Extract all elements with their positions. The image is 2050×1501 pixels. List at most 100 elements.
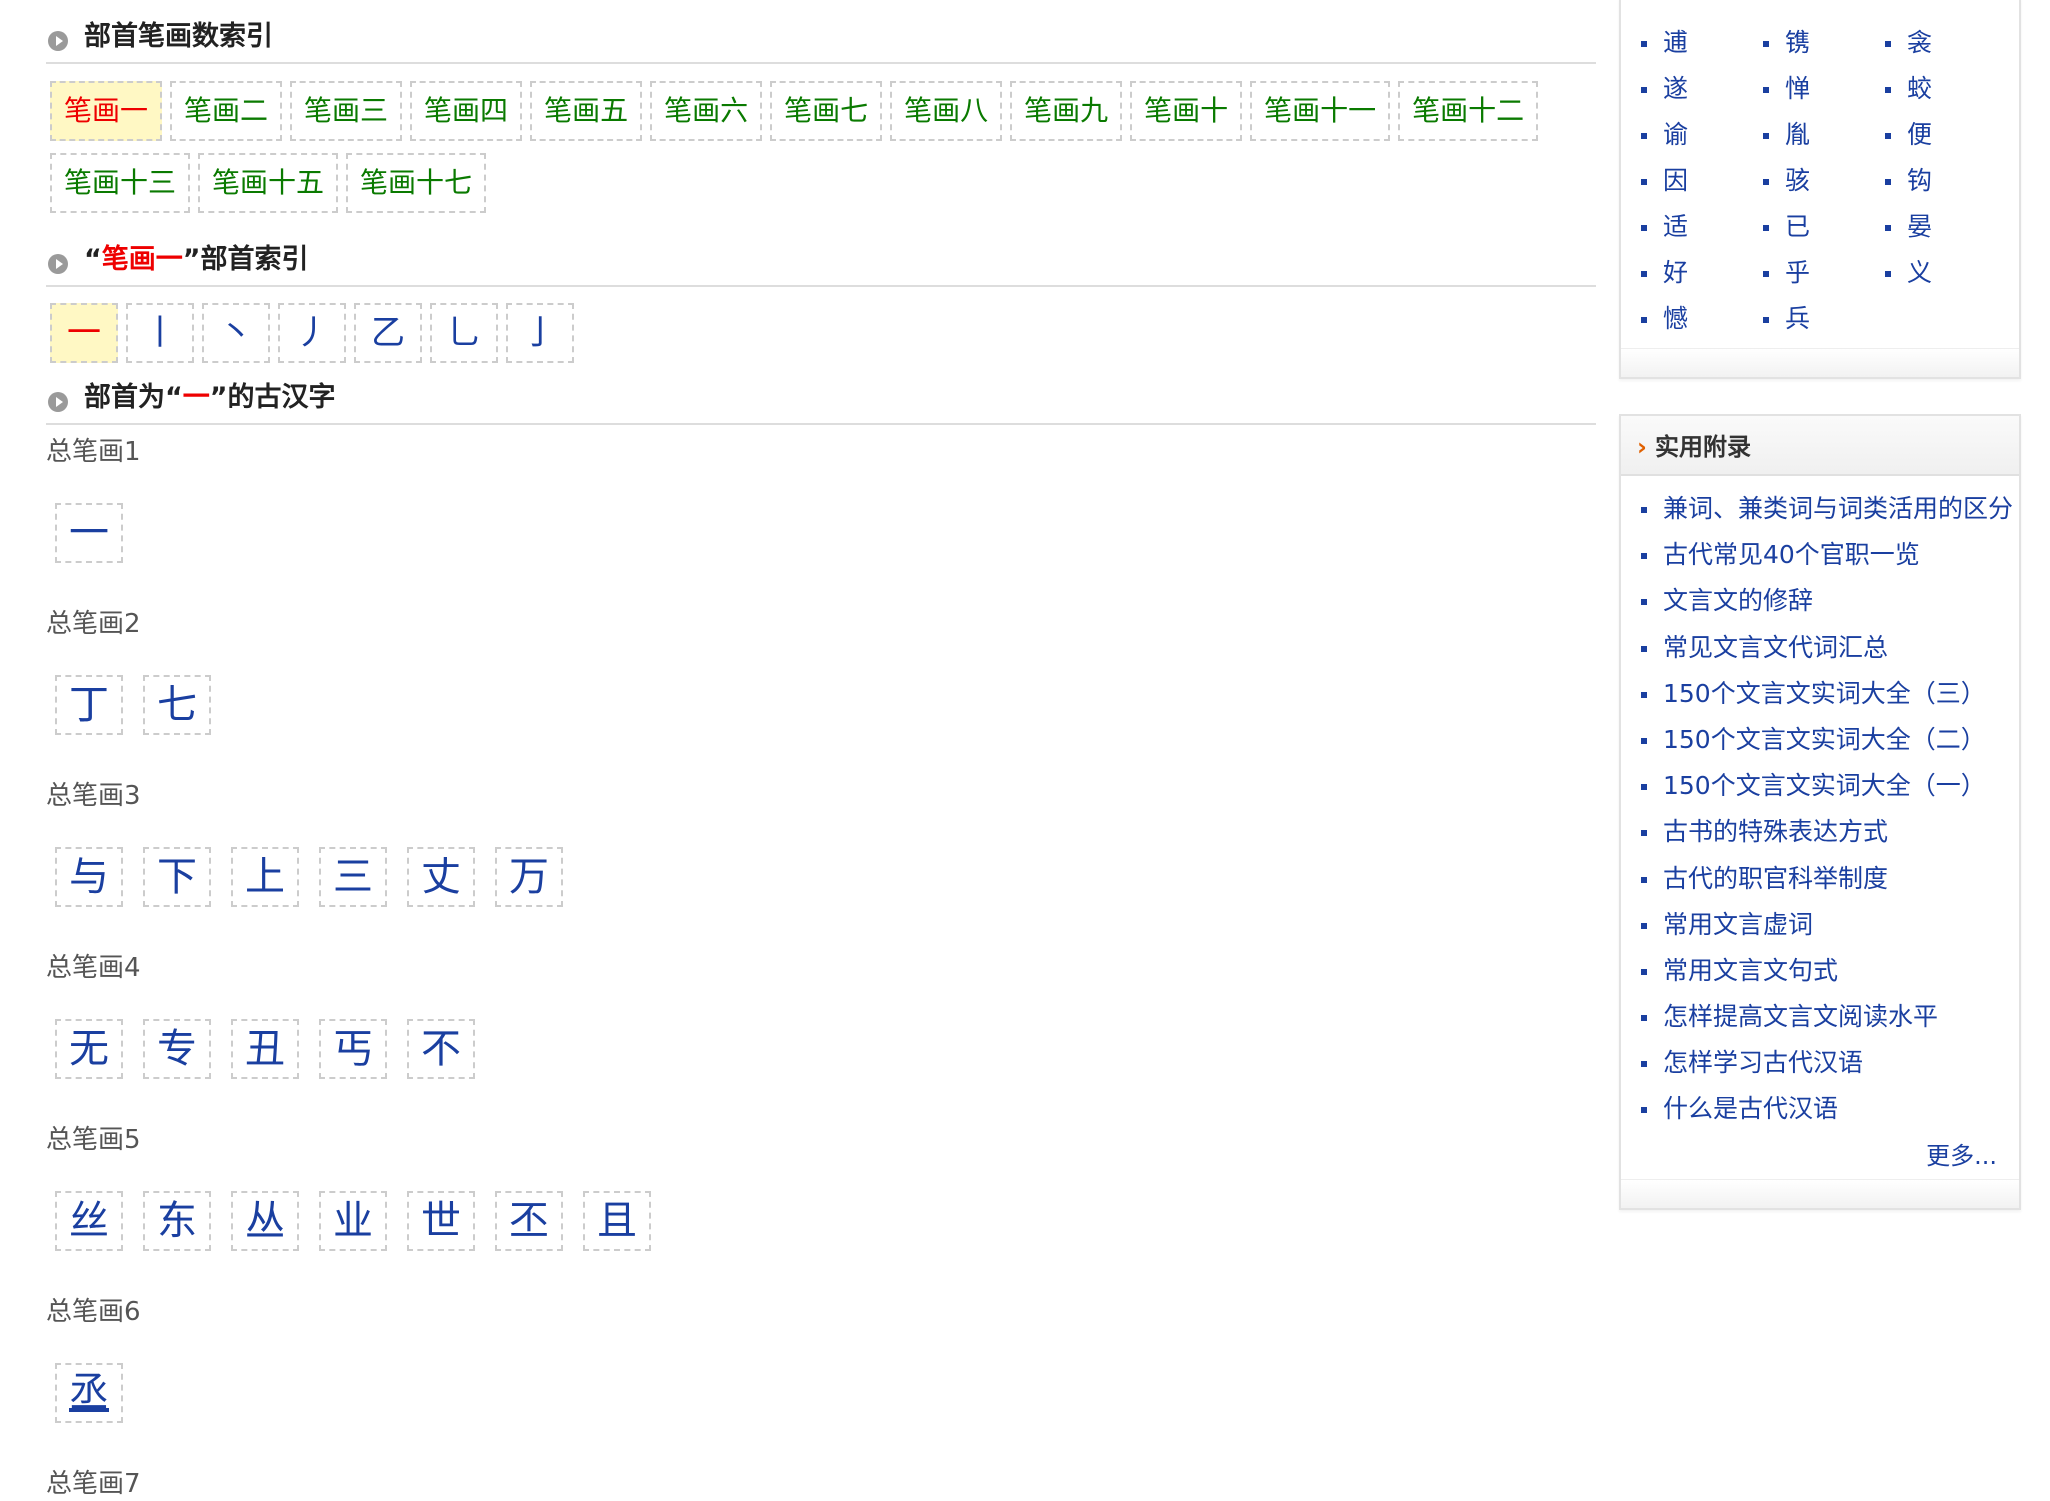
play-bullet-icon: [48, 254, 68, 274]
word-link[interactable]: 义: [1885, 250, 2007, 296]
char-link[interactable]: 世: [407, 1191, 475, 1251]
play-bullet-icon: [48, 392, 68, 412]
radical-button[interactable]: 乚: [430, 303, 498, 363]
square-bullet-icon: [1763, 317, 1769, 323]
word-link[interactable]: 镌: [1763, 20, 1885, 66]
word-text: 谕: [1663, 120, 1689, 149]
appendix-link[interactable]: 150个文言文实词大全（三）: [1641, 671, 2019, 717]
stroke-button[interactable]: 笔画五: [530, 81, 643, 141]
radical-button[interactable]: 丨: [126, 303, 194, 363]
appendix-link[interactable]: 什么是古代汉语: [1641, 1086, 2019, 1132]
word-link[interactable]: 已: [1763, 204, 1885, 250]
square-bullet-icon: [1641, 87, 1647, 93]
char-link[interactable]: 不: [407, 1019, 475, 1079]
char-link[interactable]: 七: [143, 675, 211, 735]
stroke-button[interactable]: 笔画三: [290, 81, 403, 141]
word-text: 镌: [1785, 28, 1811, 57]
square-bullet-icon: [1641, 599, 1647, 606]
stroke-button[interactable]: 笔画十七: [346, 153, 487, 213]
char-link[interactable]: 丑: [231, 1019, 299, 1079]
square-bullet-icon: [1763, 179, 1769, 185]
stroke-button[interactable]: 笔画十三: [50, 153, 191, 213]
char-link[interactable]: 下: [143, 847, 211, 907]
char-link[interactable]: 万: [495, 847, 563, 907]
char-link[interactable]: 专: [143, 1019, 211, 1079]
stroke-button[interactable]: 笔画十二: [1398, 81, 1539, 141]
word-link[interactable]: 胤: [1763, 112, 1885, 158]
radical-button[interactable]: 一: [50, 303, 118, 363]
appendix-link[interactable]: 文言文的修辞: [1641, 578, 2019, 624]
square-bullet-icon: [1641, 553, 1647, 560]
word-text: 义: [1907, 258, 1933, 287]
appendix-link[interactable]: 常用文言文句式: [1641, 948, 2019, 994]
appendix-link[interactable]: 古书的特殊表达方式: [1641, 809, 2019, 855]
stroke-button[interactable]: 笔画九: [1010, 81, 1123, 141]
word-row: 因骇钩: [1641, 158, 2019, 204]
appendix-link[interactable]: 古代的职官科举制度: [1641, 856, 2019, 902]
panel-footer: [1621, 1178, 2019, 1208]
appendix-link[interactable]: 古代常见40个官职一览: [1641, 532, 2019, 578]
word-link[interactable]: 衾: [1885, 20, 2007, 66]
appendix-link[interactable]: 兼词、兼类词与词类活用的区分: [1641, 486, 2019, 532]
char-link[interactable]: 东: [143, 1191, 211, 1251]
radical-button[interactable]: 乙: [354, 303, 422, 363]
appendix-link[interactable]: 150个文言文实词大全（二）: [1641, 717, 2019, 763]
char-link[interactable]: 丛: [231, 1191, 299, 1251]
radical-button[interactable]: 丶: [202, 303, 270, 363]
char-link[interactable]: 且: [583, 1191, 651, 1251]
appendix-link[interactable]: 常用文言虚词: [1641, 902, 2019, 948]
word-link[interactable]: 晏: [1885, 204, 2007, 250]
stroke-button[interactable]: 笔画六: [650, 81, 763, 141]
appendix-link[interactable]: 常见文言文代词汇总: [1641, 625, 2019, 671]
word-link[interactable]: 谕: [1641, 112, 1763, 158]
radical-button[interactable]: 亅: [506, 303, 574, 363]
stroke-button[interactable]: 笔画十五: [198, 153, 339, 213]
word-link[interactable]: 适: [1641, 204, 1763, 250]
square-bullet-icon: [1763, 133, 1769, 139]
radical-button[interactable]: 丿: [278, 303, 346, 363]
char-link[interactable]: 上: [231, 847, 299, 907]
appendix-link-text: 常用文言文句式: [1663, 955, 1839, 985]
char-link[interactable]: 业: [319, 1191, 387, 1251]
word-link[interactable]: 便: [1885, 112, 2007, 158]
word-link[interactable]: 逋: [1641, 20, 1763, 66]
stroke-button[interactable]: 笔画四: [410, 81, 523, 141]
char-link[interactable]: 丁: [55, 675, 123, 735]
stroke-button[interactable]: 笔画十: [1130, 81, 1243, 141]
word-link[interactable]: 遂: [1641, 66, 1763, 112]
word-row: 好乎 义: [1641, 250, 2019, 296]
stroke-button[interactable]: 笔画八: [890, 81, 1003, 141]
square-bullet-icon: [1885, 271, 1891, 277]
appendix-link[interactable]: 怎样学习古代汉语: [1641, 1040, 2019, 1086]
char-link[interactable]: 丝: [55, 1191, 123, 1251]
char-link[interactable]: 丞: [55, 1363, 123, 1423]
char-link[interactable]: 丈: [407, 847, 475, 907]
word-link[interactable]: 蛟: [1885, 66, 2007, 112]
more-link[interactable]: 更多...: [1621, 1133, 2019, 1179]
char-link[interactable]: 丕: [495, 1191, 563, 1251]
word-row: 谕 胤便: [1641, 112, 2019, 158]
stroke-button[interactable]: 笔画二: [170, 81, 283, 141]
word-text: 乎: [1785, 258, 1811, 287]
word-link[interactable]: 因: [1641, 158, 1763, 204]
square-bullet-icon: [1641, 830, 1647, 837]
word-link[interactable]: 好: [1641, 250, 1763, 296]
word-link[interactable]: 骇: [1763, 158, 1885, 204]
word-link[interactable]: 兵: [1763, 296, 1885, 342]
word-link[interactable]: 钩: [1885, 158, 2007, 204]
stroke-button[interactable]: 笔画一: [50, 81, 163, 141]
char-link[interactable]: 丐: [319, 1019, 387, 1079]
char-link[interactable]: 与: [55, 847, 123, 907]
word-link[interactable]: 惮: [1763, 66, 1885, 112]
appendix-link[interactable]: 怎样提高文言文阅读水平: [1641, 994, 2019, 1040]
appendix-link[interactable]: 150个文言文实词大全（一）: [1641, 763, 2019, 809]
word-link[interactable]: 乎: [1763, 250, 1885, 296]
stroke-button[interactable]: 笔画七: [770, 81, 883, 141]
square-bullet-icon: [1641, 225, 1647, 231]
title-highlight: 笔画一: [101, 244, 183, 275]
char-link[interactable]: 三: [319, 847, 387, 907]
char-link[interactable]: 无: [55, 1019, 123, 1079]
word-link[interactable]: 憾: [1641, 296, 1763, 342]
char-link[interactable]: 一: [55, 503, 123, 563]
stroke-button[interactable]: 笔画十一: [1250, 81, 1391, 141]
